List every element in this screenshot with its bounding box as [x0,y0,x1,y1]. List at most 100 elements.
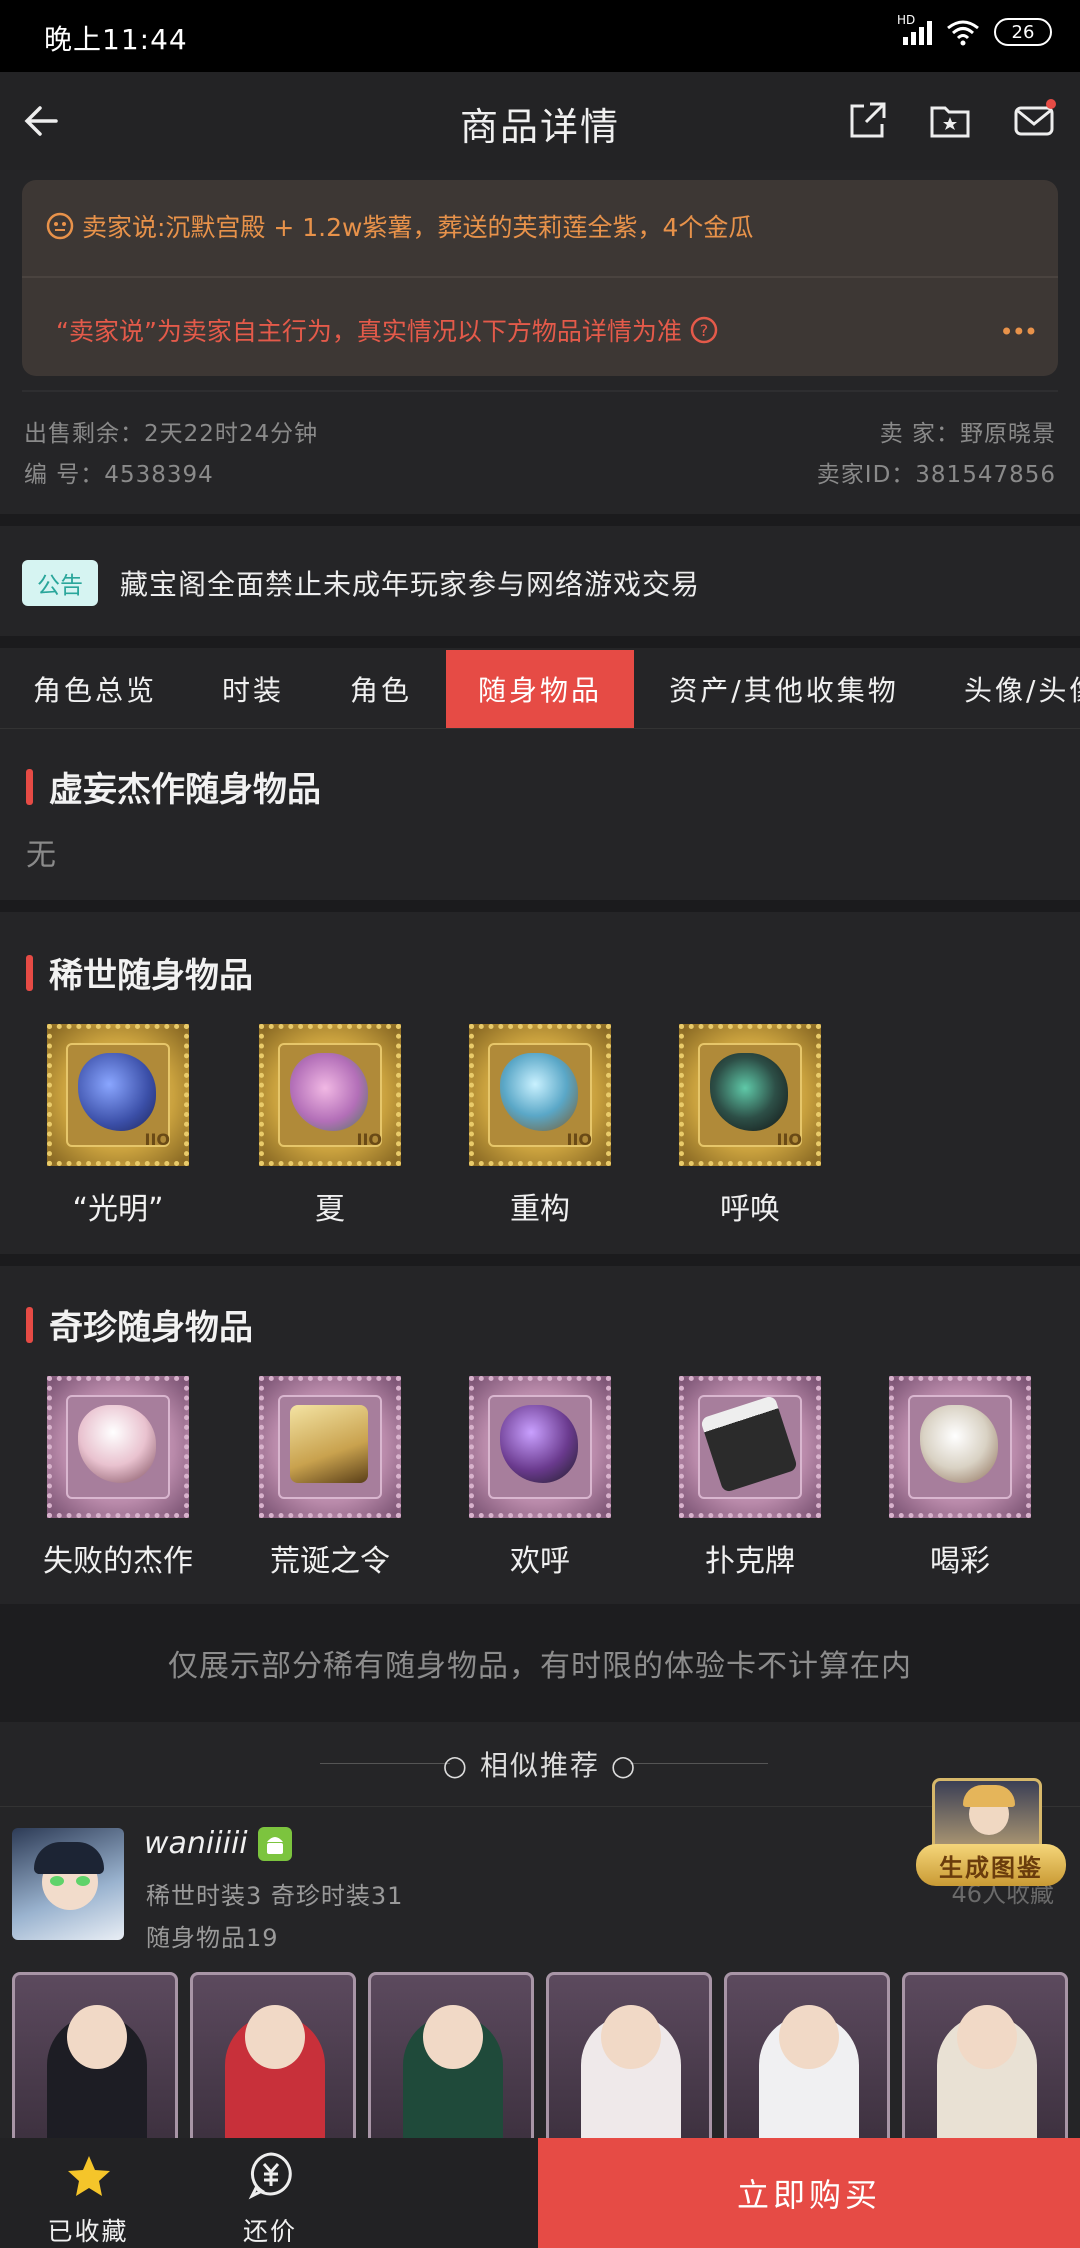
similar-title-text: 相似推荐 [479,1749,600,1782]
item-level: IIO [566,1130,592,1149]
section-separator [0,636,1080,648]
item-label: 夏 [315,1192,345,1227]
seller-note-disclaimer: “卖家说”为卖家自主行为，真实情况以下方物品详情为准 ? [56,312,718,348]
seller-id: 卖家ID：381547856 [816,462,1056,488]
tab-avatars[interactable]: 头像/头像 [934,650,1080,728]
precious-item[interactable]: 欢呼 [460,1376,620,1580]
section-separator [0,1254,1080,1266]
battery-icon: 26 [994,18,1052,46]
status-time: 晚上11:44 [44,23,188,56]
item-label: 扑克牌 [705,1544,795,1579]
item-label: 荒诞之令 [270,1544,390,1579]
serial-number: 编 号：4538394 [24,462,214,488]
network-type: HD [897,13,916,27]
user-stats-line1: 稀世时装3 奇珍时装31 [146,1882,404,1910]
notice-tag: 公告 [22,560,98,606]
sale-remaining: 出售剩余：2天22时24分钟 [24,421,319,447]
star-icon [68,2156,110,2196]
skin-head [423,2005,483,2069]
title-accent-bar [26,954,33,991]
item-label: 失败的杰作 [43,1544,193,1579]
tab-accessories[interactable]: 随身物品 [446,650,634,728]
category-tabs: 角色总览 时装 角色 随身物品 资产/其他收集物 头像/头像 [0,650,1080,728]
section-title-precious: 奇珍随身物品 [26,1300,253,1349]
item-stamp-icon [679,1376,821,1518]
item-stamp-icon: IIO [679,1024,821,1166]
skin-head [67,2005,127,2069]
item-art [290,1405,368,1483]
title-accent-bar [26,768,33,805]
precious-item[interactable]: 喝彩 [880,1376,1040,1580]
divider [0,728,1080,729]
section-separator [0,514,1080,526]
section-title-text: 虚妄杰作随身物品 [49,770,321,810]
title-accent-bar [26,1306,33,1343]
section-separator [0,900,1080,912]
item-stamp-icon: IIO [259,1024,401,1166]
item-stamp-icon: IIO [469,1024,611,1166]
rare-item[interactable]: IIO 呼唤 [670,1024,830,1228]
seller-name: 卖 家：野原晓景 [879,421,1056,447]
message-icon[interactable] [1012,98,1056,142]
seller-note: 卖家说:沉默宫殿 + 1.2w紫薯，葬送的芙莉莲全紫，4个金瓜 [46,208,753,244]
item-label: “光明” [72,1192,164,1227]
status-bar: 晚上11:44 HD 26 [0,0,1080,72]
top-nav-bar: 商品详情 [0,72,1080,170]
item-level: IIO [144,1130,170,1149]
item-label: 重构 [510,1192,570,1227]
page-title: 商品详情 [459,105,620,149]
tab-assets[interactable]: 资产/其他收集物 [634,650,934,728]
seller-note-text: 卖家说:沉默宫殿 + 1.2w紫薯，葬送的芙莉莲全紫，4个金瓜 [82,213,754,242]
tab-roles[interactable]: 角色 [316,650,446,728]
section-title-rare: 稀世随身物品 [26,948,253,997]
signal-icon: HD [897,13,932,45]
section-title-text: 稀世随身物品 [49,956,253,996]
item-stamp-icon [469,1376,611,1518]
notice-text: 藏宝阁全面禁止未成年玩家参与网络游戏交易 [120,568,701,601]
item-level: IIO [356,1130,382,1149]
battery-level: 26 [1011,21,1035,43]
disclaimer-text: “卖家说”为卖家自主行为，真实情况以下方物品详情为准 [56,317,682,346]
wifi-icon [947,20,979,46]
item-stamp-icon [889,1376,1031,1518]
rare-item[interactable]: IIO 重构 [460,1024,620,1228]
status-icons: HD 26 [897,13,1052,46]
empty-text: 无 [26,838,56,873]
item-label: 喝彩 [930,1544,990,1579]
face-icon [46,212,74,240]
seller-username[interactable]: waniiiii [144,1826,292,1861]
favorited-label: 已收藏 [47,2217,129,2246]
more-dots-icon[interactable]: ••• [1000,318,1038,346]
item-stamp-icon [259,1376,401,1518]
android-icon [257,1826,292,1861]
accessory-disclaimer: 仅展示部分稀有随身物品，有时限的体验卡不计算在内 [0,1604,1080,1722]
precious-item[interactable]: 荒诞之令 [250,1376,410,1580]
tab-role-overview[interactable]: 角色总览 [0,650,190,728]
bargain-label: 还价 [242,2217,297,2246]
avatar[interactable] [12,1828,124,1940]
rare-item[interactable]: IIO 夏 [250,1024,410,1228]
help-icon[interactable]: ? [690,316,718,344]
skin-head [245,2005,305,2069]
precious-item[interactable]: 失败的杰作 [38,1376,198,1580]
username-text: waniiiii [144,1826,248,1861]
tab-costumes[interactable]: 时装 [190,650,316,728]
divider [22,390,1058,392]
divider [22,276,1058,278]
favorited-button[interactable]: 已收藏 [28,2138,148,2248]
rare-item[interactable]: IIO “光明” [38,1024,198,1228]
item-label: 呼唤 [720,1192,780,1227]
skin-head [601,2005,661,2069]
item-label: 欢呼 [510,1544,570,1579]
item-stamp-icon: IIO [47,1024,189,1166]
favorite-folder-icon[interactable] [928,98,972,142]
share-icon[interactable] [846,98,890,142]
badge-label: 生成图鉴 [916,1844,1066,1886]
generate-gallery-badge[interactable]: 生成图鉴 [916,1778,1066,1898]
skin-head [957,2005,1017,2069]
precious-item[interactable]: 扑克牌 [670,1376,830,1580]
buy-now-button[interactable]: 立即购买 [538,2138,1080,2248]
bargain-button[interactable]: 还价 [210,2138,330,2248]
svg-text:?: ? [700,321,709,340]
skin-head [779,2005,839,2069]
